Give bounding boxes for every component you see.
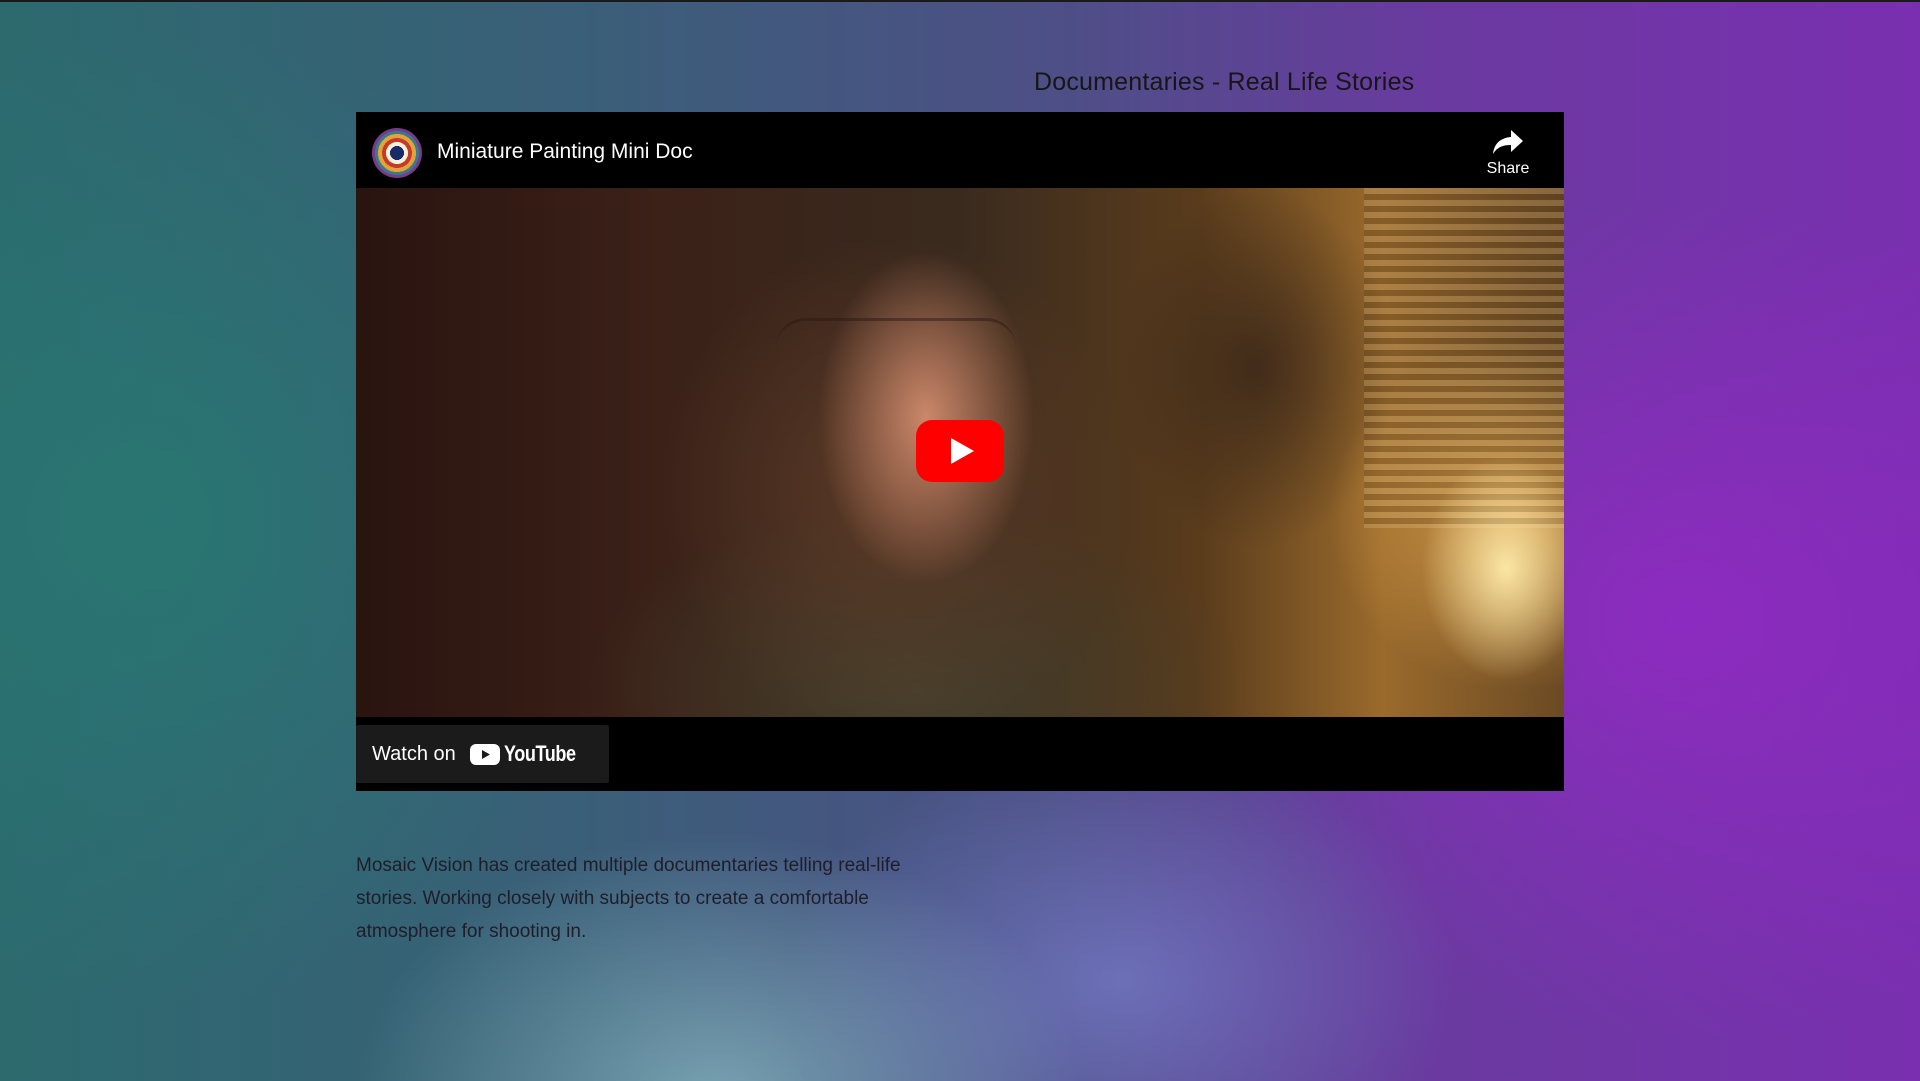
youtube-logo-icon <box>469 743 500 765</box>
channel-avatar[interactable] <box>372 128 422 178</box>
thumbnail-glasses <box>776 318 1016 381</box>
thumbnail-blinds <box>1364 188 1564 528</box>
youtube-wordmark: YouTube <box>503 741 576 766</box>
video-header: Miniature Painting Mini Doc Share <box>356 112 1564 188</box>
video-embed[interactable]: Miniature Painting Mini Doc Share Watch … <box>356 112 1564 791</box>
play-button-icon[interactable] <box>916 420 1004 482</box>
share-button[interactable]: Share <box>1478 128 1538 178</box>
page-title: Documentaries - Real Life Stories <box>1034 68 1415 96</box>
watch-on-youtube-button[interactable]: Watch on YouTube <box>356 725 610 783</box>
watch-on-label: Watch on <box>372 742 456 765</box>
share-arrow-icon <box>1493 130 1523 154</box>
top-border <box>0 0 1920 2</box>
share-label: Share <box>1486 160 1530 177</box>
video-footer: Watch on YouTube <box>356 717 1564 791</box>
video-title[interactable]: Miniature Painting Mini Doc <box>437 140 693 164</box>
description-text: Mosaic Vision has created multiple docum… <box>356 855 901 942</box>
youtube-logo: YouTube <box>469 741 591 767</box>
